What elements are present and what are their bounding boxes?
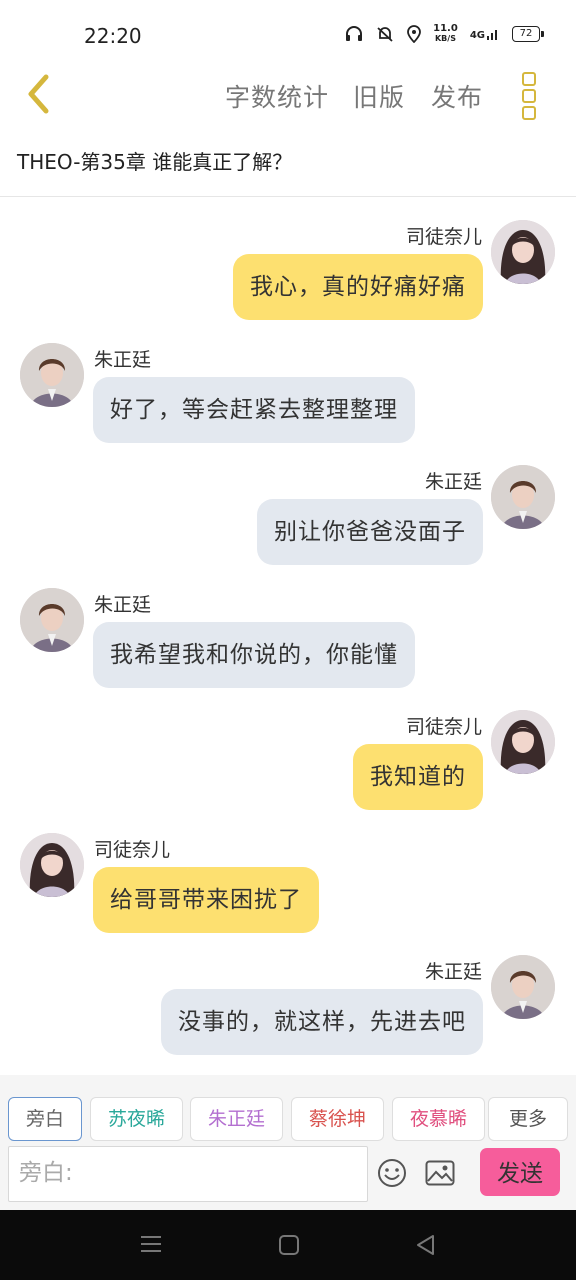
net-speed-value: 11.0	[433, 23, 458, 34]
avatar[interactable]	[491, 465, 555, 529]
sender-name: 朱正廷	[94, 349, 152, 371]
publish-button[interactable]: 发布	[431, 78, 483, 114]
back-nav-icon[interactable]	[415, 1234, 437, 1256]
role-tab-label: 苏夜晞	[107, 1108, 165, 1130]
sender-name: 司徒奈儿	[405, 226, 482, 248]
message-bubble[interactable]: 我希望我和你说的，你能懂	[93, 622, 415, 688]
sender-name: 朱正廷	[424, 471, 482, 493]
role-tab-label: 夜慕晞	[409, 1108, 467, 1130]
chapter-title: THEO-第35章 谁能真正了解？	[17, 150, 293, 174]
network-indicator: 4G	[470, 27, 500, 41]
role-tab-label: 更多	[508, 1108, 547, 1130]
avatar[interactable]	[491, 710, 555, 774]
status-bar: 22:20 11.0 KB/S 4G 72	[0, 0, 576, 64]
battery-icon: 72	[512, 26, 544, 42]
chat-message: 司徒奈儿 我心，真的好痛好痛	[0, 220, 576, 330]
battery-level: 72	[519, 28, 533, 39]
back-arrow-icon[interactable]	[22, 72, 56, 116]
message-bubble[interactable]: 别让你爸爸没面子	[257, 499, 483, 565]
role-tab-ye-muxi[interactable]: 夜慕晞	[392, 1097, 485, 1141]
chat-message: 司徒奈儿 我知道的	[0, 710, 576, 820]
word-count-button[interactable]: 字数统计	[225, 78, 329, 114]
send-button[interactable]: 发送	[480, 1148, 560, 1196]
chat-message: 司徒奈儿 给哥哥带来困扰了	[0, 833, 576, 943]
signal-icon	[487, 30, 497, 40]
sender-name: 朱正廷	[94, 594, 152, 616]
mute-bell-icon	[377, 27, 393, 42]
system-nav-bar	[0, 1210, 576, 1280]
menu-icon[interactable]	[140, 1234, 162, 1254]
chat-message: 朱正廷 我希望我和你说的，你能懂	[0, 588, 576, 698]
message-input[interactable]	[17, 1147, 351, 1199]
chat-area[interactable]: 司徒奈儿 我心，真的好痛好痛 朱正廷 好了，等会赶紧去整理整理 朱正廷 别让你爸…	[0, 197, 576, 1073]
chat-message: 朱正廷 没事的，就这样，先进去吧	[0, 955, 576, 1065]
net-speed: 11.0 KB/S	[433, 24, 458, 44]
headphones-icon	[346, 26, 363, 41]
message-bubble[interactable]: 我知道的	[353, 744, 483, 810]
role-tab-label: 旁白	[25, 1108, 64, 1130]
role-tab-label: 朱正廷	[207, 1108, 265, 1130]
role-tab-label: 蔡徐坤	[308, 1108, 366, 1130]
chat-message: 朱正廷 别让你爸爸没面子	[0, 465, 576, 575]
image-icon[interactable]	[425, 1160, 455, 1186]
role-tab-narration[interactable]: 旁白	[8, 1097, 82, 1141]
role-tab-su-yexi[interactable]: 苏夜晞	[90, 1097, 183, 1141]
chat-message: 朱正廷 好了，等会赶紧去整理整理	[0, 343, 576, 453]
avatar[interactable]	[20, 588, 84, 652]
role-tab-more[interactable]: 更多	[488, 1097, 568, 1141]
role-tab-cai-xukun[interactable]: 蔡徐坤	[291, 1097, 384, 1141]
sender-name: 司徒奈儿	[94, 839, 171, 861]
avatar[interactable]	[491, 220, 555, 284]
sender-name: 朱正廷	[424, 961, 482, 983]
message-bubble[interactable]: 我心，真的好痛好痛	[233, 254, 483, 320]
home-icon[interactable]	[278, 1234, 300, 1256]
role-tab-zhu-zhengting[interactable]: 朱正廷	[190, 1097, 283, 1141]
status-icons: 11.0 KB/S 4G 72	[345, 24, 544, 44]
sender-name: 司徒奈儿	[405, 716, 482, 738]
input-area: 旁白 苏夜晞 朱正廷 蔡徐坤 夜慕晞 更多 发送	[0, 1075, 576, 1210]
location-icon	[407, 25, 422, 43]
avatar[interactable]	[20, 833, 84, 897]
top-bar: 字数统计 旧版 发布	[0, 64, 576, 128]
old-version-button[interactable]: 旧版	[353, 78, 405, 114]
message-bubble[interactable]: 给哥哥带来困扰了	[93, 867, 319, 933]
avatar[interactable]	[20, 343, 84, 407]
status-time: 22:20	[84, 24, 142, 48]
net-speed-unit: KB/S	[434, 34, 456, 43]
network-label: 4G	[469, 30, 485, 41]
avatar[interactable]	[491, 955, 555, 1019]
message-input-box[interactable]	[8, 1146, 368, 1202]
more-menu-icon[interactable]	[522, 72, 538, 120]
message-bubble[interactable]: 没事的，就这样，先进去吧	[161, 989, 483, 1055]
message-bubble[interactable]: 好了，等会赶紧去整理整理	[93, 377, 415, 443]
emoji-icon[interactable]	[377, 1158, 407, 1188]
